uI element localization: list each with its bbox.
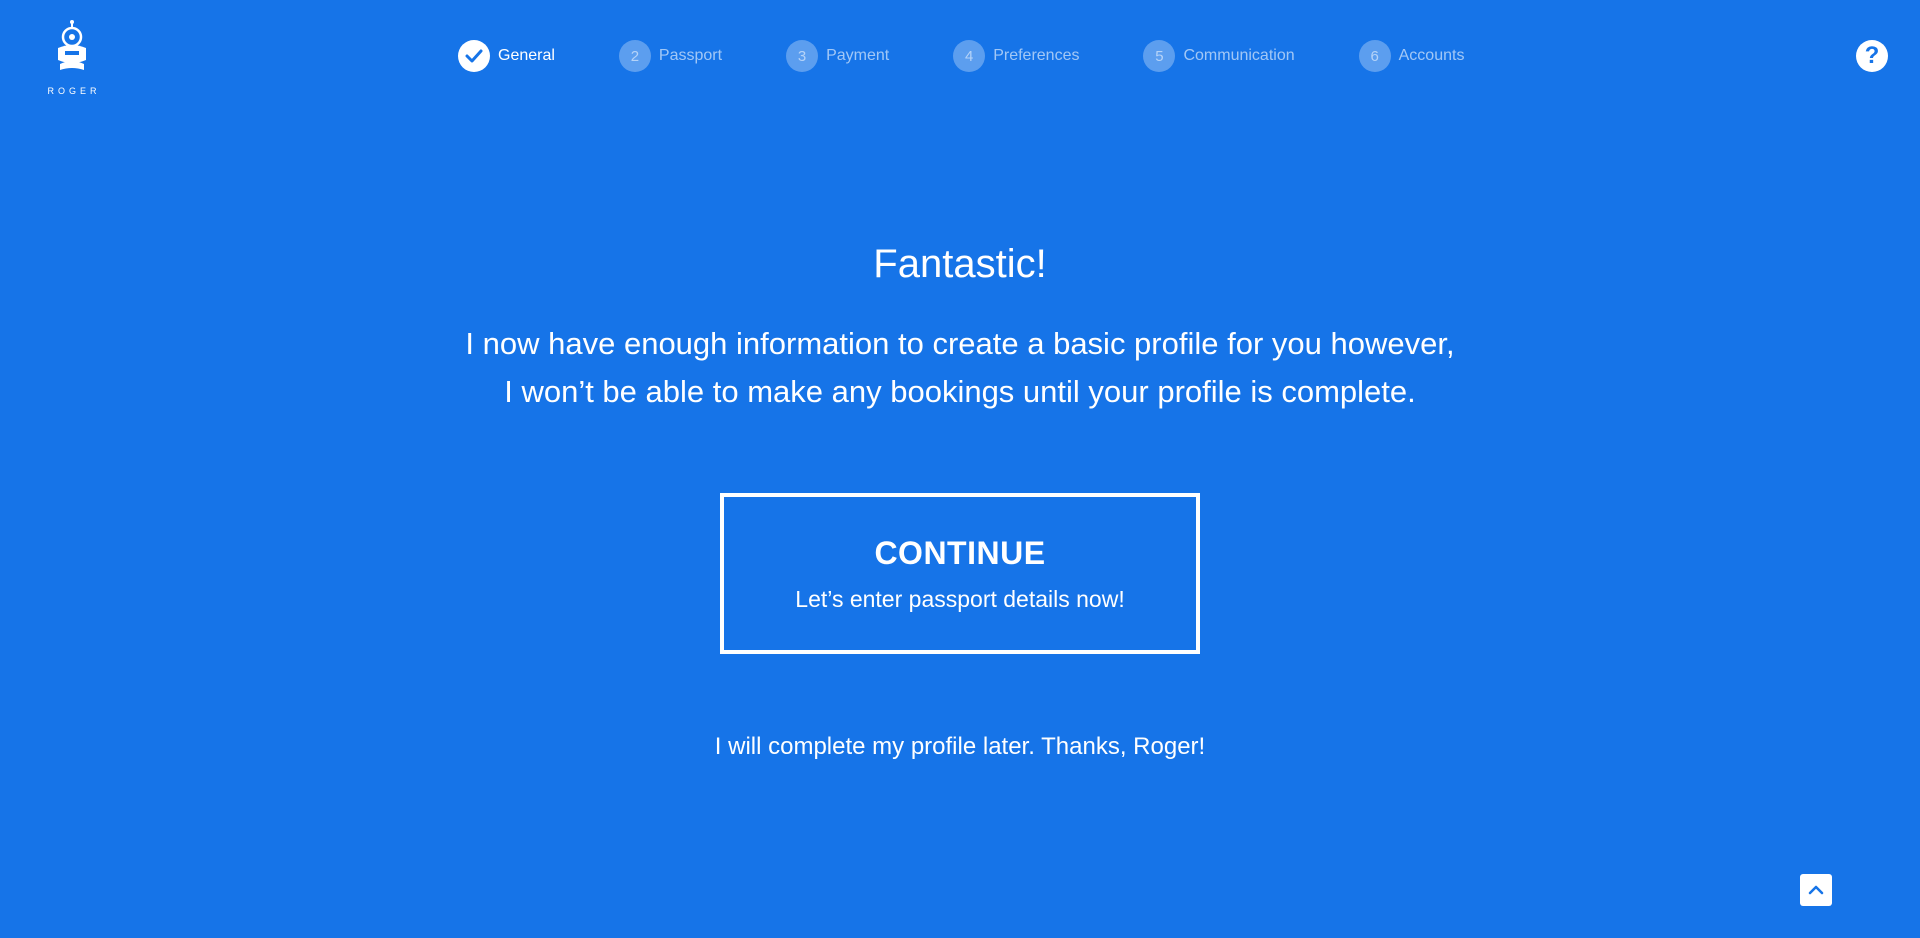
page-heading: Fantastic! xyxy=(873,242,1047,286)
step-label: Preferences xyxy=(993,47,1080,64)
page: ROGER General 2 Passport 3 Payment 4 Pre… xyxy=(0,0,1920,938)
info-message: I now have enough information to create … xyxy=(0,320,1920,416)
step-number: 2 xyxy=(618,40,651,72)
step-accounts[interactable]: 6 Accounts xyxy=(1358,40,1465,72)
chevron-up-icon xyxy=(1808,885,1824,895)
step-label: Passport xyxy=(658,47,723,64)
step-number: 4 xyxy=(953,40,986,72)
message-line-2: I won’t be able to make any bookings unt… xyxy=(504,374,1416,409)
scroll-top-button[interactable] xyxy=(1800,874,1832,906)
step-label: Payment xyxy=(826,47,890,64)
step-general[interactable]: General xyxy=(458,40,555,72)
continue-button-title: CONTINUE xyxy=(874,534,1046,571)
step-label: Communication xyxy=(1183,47,1295,64)
step-preferences[interactable]: 4 Preferences xyxy=(953,40,1079,72)
roger-logo[interactable]: ROGER xyxy=(40,20,104,96)
continue-button-subtitle: Let’s enter passport details now! xyxy=(795,585,1125,612)
check-icon xyxy=(458,40,490,72)
progress-stepper: General 2 Passport 3 Payment 4 Preferenc… xyxy=(458,40,1464,72)
logo-text: ROGER xyxy=(47,86,101,96)
step-payment[interactable]: 3 Payment xyxy=(786,40,889,72)
step-communication[interactable]: 5 Communication xyxy=(1143,40,1295,72)
step-label: General xyxy=(498,47,555,64)
robot-icon xyxy=(58,20,86,70)
message-line-1: I now have enough information to create … xyxy=(465,326,1455,361)
step-passport[interactable]: 2 Passport xyxy=(618,40,723,72)
step-number: 5 xyxy=(1143,40,1176,72)
help-icon: ? xyxy=(1864,42,1880,69)
complete-later-link[interactable]: I will complete my profile later. Thanks… xyxy=(0,733,1920,761)
help-button[interactable]: ? xyxy=(1856,40,1888,72)
step-number: 6 xyxy=(1358,40,1391,72)
step-number: 3 xyxy=(786,40,819,72)
continue-button[interactable]: CONTINUE Let’s enter passport details no… xyxy=(720,493,1200,654)
step-label: Accounts xyxy=(1398,47,1465,64)
